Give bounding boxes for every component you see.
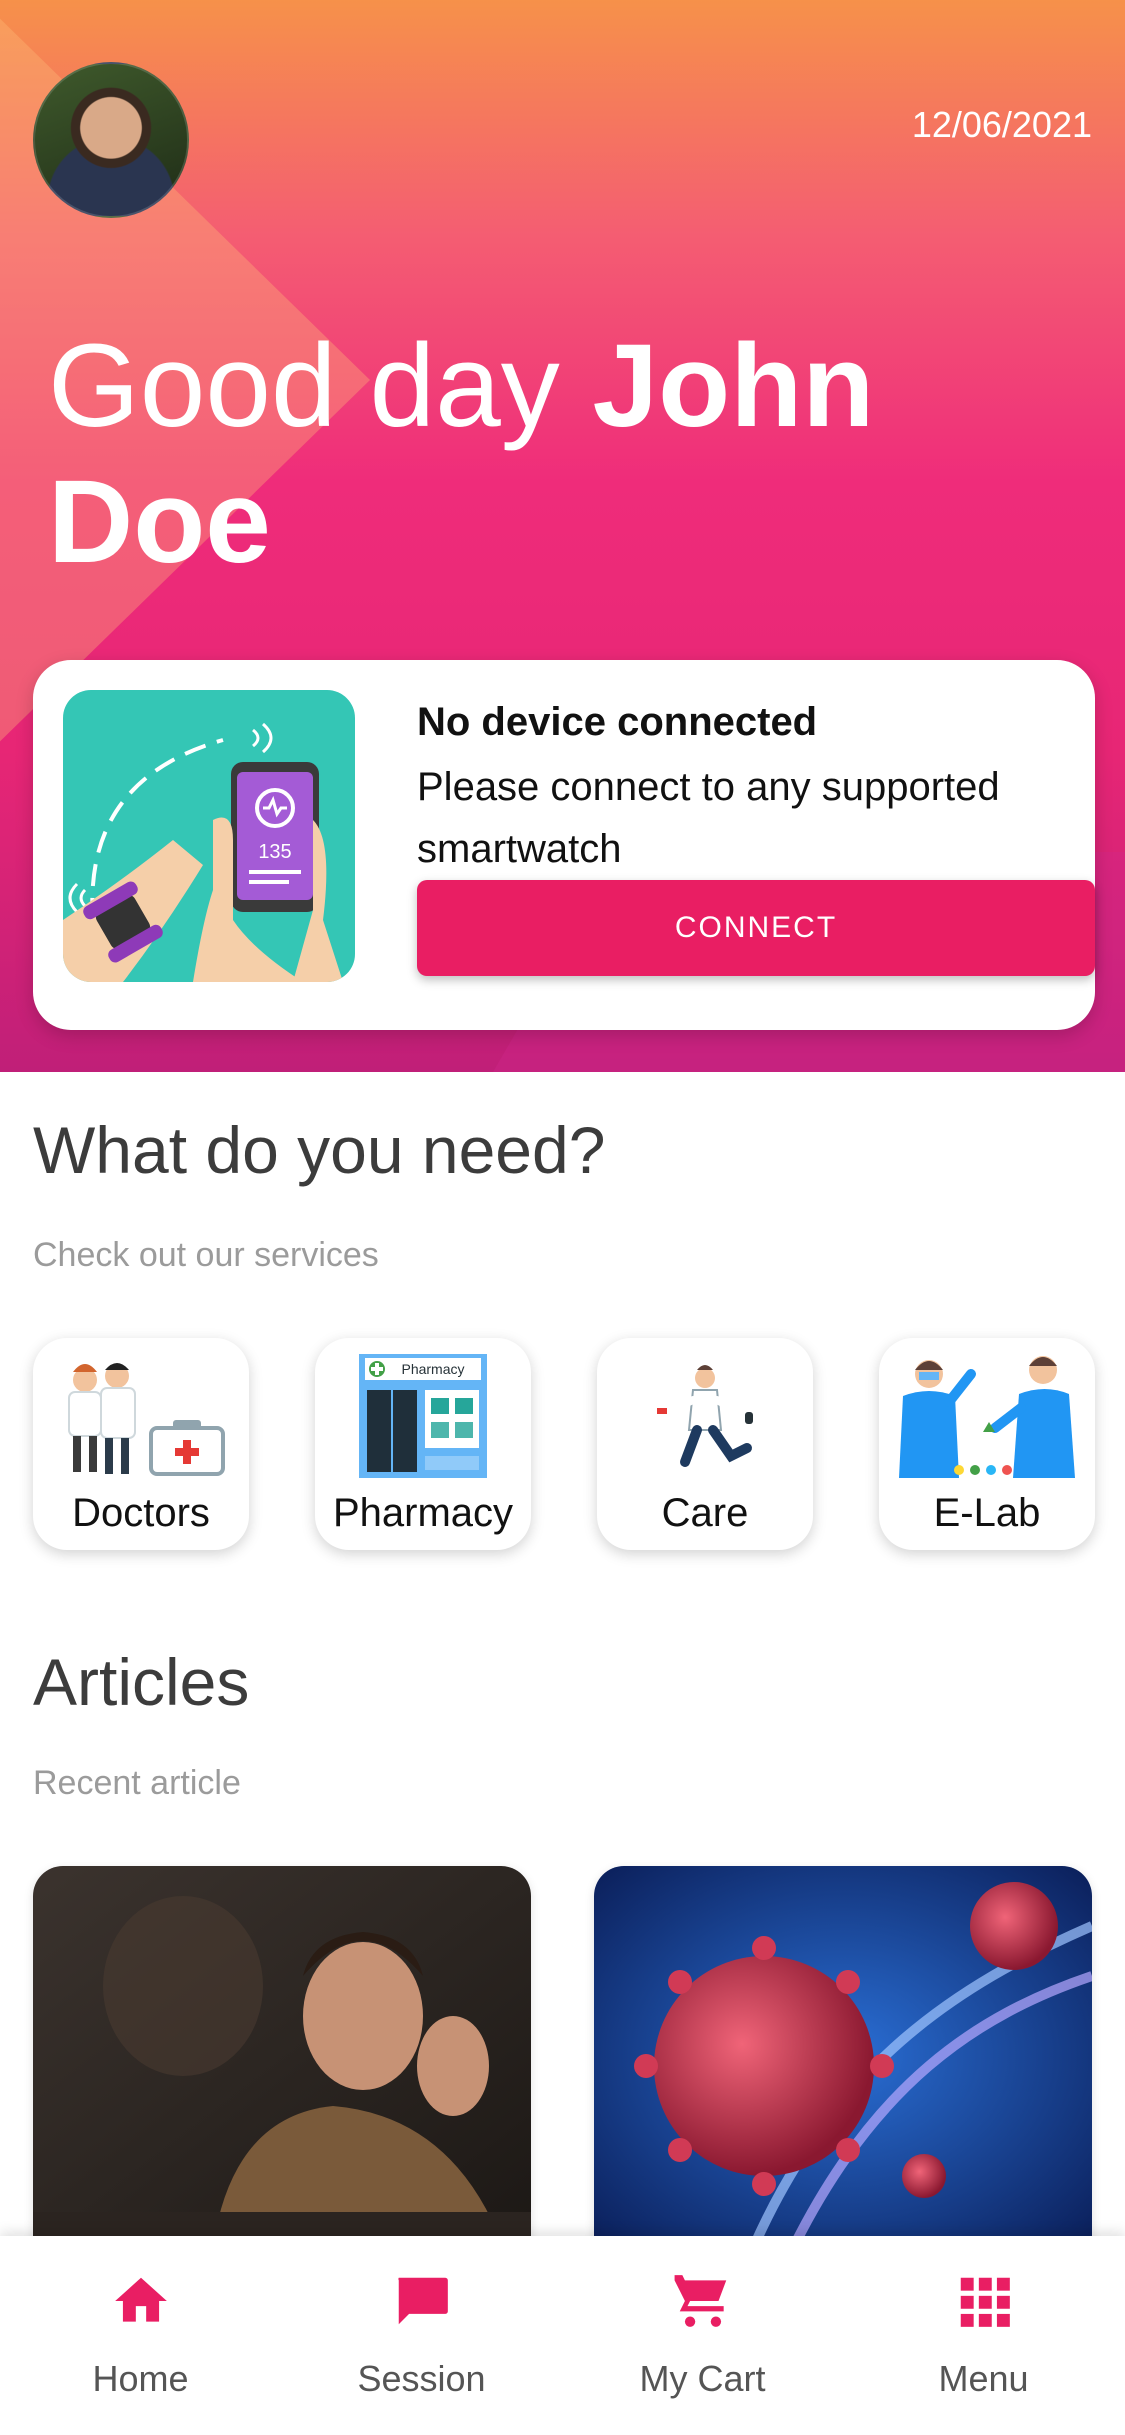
pharmacy-icon: Pharmacy — [359, 1354, 487, 1478]
svg-text:Pharmacy: Pharmacy — [401, 1361, 464, 1377]
articles-subtitle: Recent article — [33, 1764, 241, 1802]
device-status-description: Please connect to any supported smartwat… — [417, 765, 1000, 871]
virus-image — [594, 1866, 1092, 2246]
nav-cart[interactable]: My Cart — [562, 2236, 843, 2435]
nav-label: Home — [92, 2358, 189, 2399]
nav-home[interactable]: Home — [0, 2236, 281, 2435]
nav-label: My Cart — [639, 2358, 766, 2399]
services-title: What do you need? — [33, 1113, 606, 1187]
current-date: 12/06/2021 — [911, 104, 1092, 145]
care-icon — [657, 1365, 753, 1467]
bottom-navigation: Home Session My Cart Menu — [0, 2236, 1125, 2435]
hero-header: 12/06/2021 Good day John Doe 135 No devi… — [0, 0, 1125, 1072]
connect-button[interactable]: CONNECT — [417, 880, 1095, 976]
greeting-prefix: Good day — [48, 320, 593, 452]
service-pharmacy[interactable]: Pharmacy Pharmacy — [315, 1338, 531, 1550]
stressed-man-image — [33, 1866, 531, 2246]
services-list: Doctors Pharmacy Pharmacy Care E-Lab — [33, 1338, 1095, 1558]
service-elab[interactable]: E-Lab — [879, 1338, 1095, 1550]
home-icon — [115, 2277, 167, 2322]
smartwatch-illustration: 135 — [63, 690, 355, 982]
service-doctors[interactable]: Doctors — [33, 1338, 249, 1550]
device-status-title: No device connected — [417, 700, 818, 744]
service-label: Care — [661, 1491, 749, 1535]
service-label: E-Lab — [933, 1491, 1041, 1535]
svg-text:135: 135 — [258, 841, 291, 863]
doctors-icon — [68, 1363, 225, 1476]
lab-icon — [899, 1356, 1075, 1478]
cart-icon — [674, 2275, 727, 2327]
greeting: Good day John Doe — [48, 318, 1048, 590]
article-card-stress[interactable] — [33, 1866, 531, 2246]
service-care[interactable]: Care — [597, 1338, 813, 1550]
nav-session[interactable]: Session — [281, 2236, 562, 2435]
nav-menu[interactable]: Menu — [843, 2236, 1124, 2435]
chat-icon — [398, 2277, 448, 2325]
article-card-virus[interactable] — [594, 1866, 1092, 2246]
articles-title: Articles — [33, 1645, 250, 1719]
service-label: Doctors — [72, 1491, 210, 1535]
nav-label: Session — [357, 2358, 486, 2399]
device-card: 135 No device connected Please connect t… — [33, 660, 1095, 1030]
service-label: Pharmacy — [332, 1491, 514, 1535]
services-subtitle: Check out our services — [33, 1236, 379, 1274]
avatar[interactable] — [33, 62, 189, 218]
nav-label: Menu — [938, 2358, 1029, 2399]
grid-icon — [960, 2277, 1010, 2327]
